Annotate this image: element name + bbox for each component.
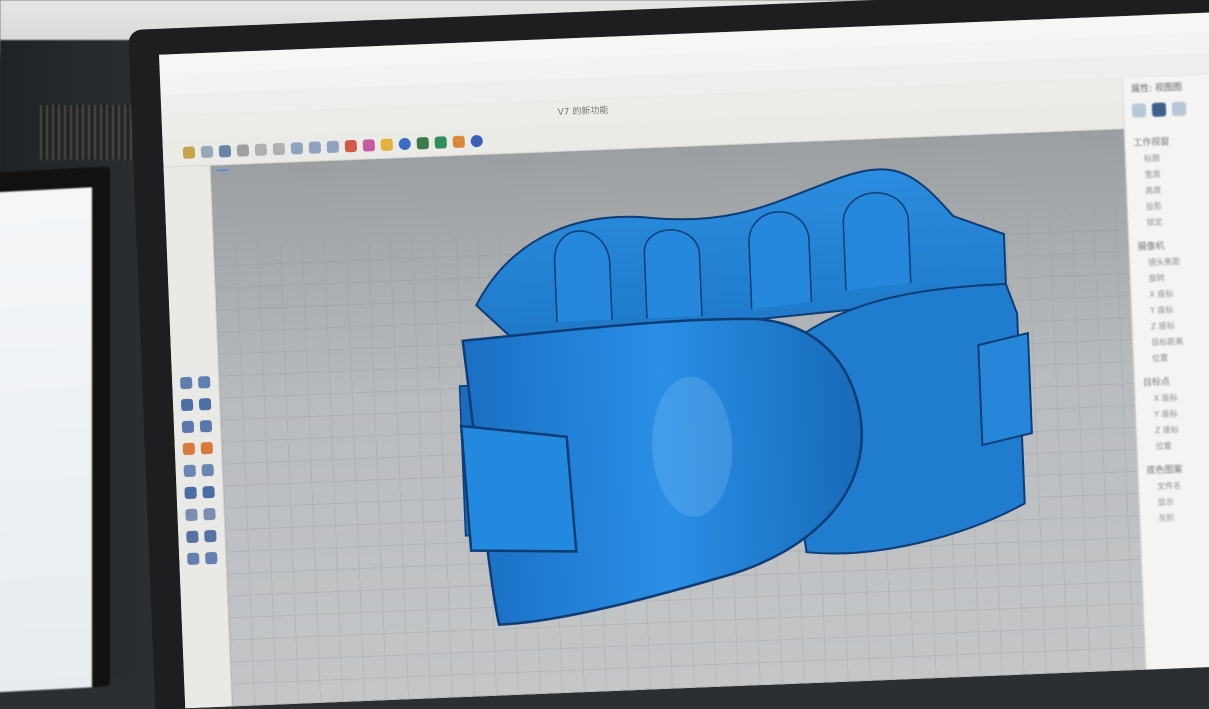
prop-label: 镜头焦距	[1147, 256, 1181, 268]
circle-icon[interactable]	[181, 420, 195, 434]
menu-item[interactable]	[314, 69, 315, 89]
prop-label: Y 座标	[1154, 409, 1178, 420]
array-icon[interactable]	[203, 507, 216, 521]
prop-label: 高度	[1145, 185, 1162, 196]
undo-icon[interactable]	[254, 143, 268, 156]
prop-label: 投影	[1145, 201, 1163, 212]
menu-item[interactable]	[272, 70, 273, 90]
open-icon[interactable]	[200, 145, 214, 159]
arch-cutout	[748, 211, 813, 310]
fillet-icon[interactable]	[204, 529, 217, 543]
line-icon[interactable]	[197, 375, 211, 389]
prop-label: Y 座标	[1149, 305, 1174, 316]
secondary-monitor-screen	[0, 187, 92, 693]
arch-cutout	[643, 229, 703, 319]
prop-label: X 座标	[1153, 393, 1178, 404]
arc-icon[interactable]	[199, 419, 213, 433]
material-icon[interactable]	[362, 139, 376, 152]
prop-label: 文件名	[1156, 481, 1182, 492]
object-properties-icon[interactable]	[1131, 103, 1147, 118]
properties-tabs	[1131, 101, 1187, 118]
mesh-icon[interactable]	[202, 485, 215, 499]
prop-label: 宽度	[1144, 169, 1161, 180]
prop-label: X 座标	[1149, 289, 1174, 300]
perspective-viewport[interactable]	[210, 129, 1147, 707]
surface-icon[interactable]	[183, 464, 196, 478]
shaded-sphere-icon[interactable]	[470, 134, 483, 148]
section-wallpaper: 底色图案	[1146, 465, 1183, 477]
properties-title: 属性: 视图图	[1131, 82, 1183, 95]
prop-label: 旋转	[1148, 273, 1165, 284]
print-icon[interactable]	[236, 144, 250, 157]
tab[interactable]	[521, 102, 522, 126]
tab[interactable]	[467, 104, 468, 128]
right-strap	[977, 331, 1033, 447]
dimension-icon[interactable]	[205, 551, 218, 565]
prop-label: 标题	[1143, 153, 1161, 164]
analyze-icon[interactable]	[187, 552, 200, 566]
light-icon[interactable]	[380, 138, 394, 151]
prop-label: Z 座标	[1154, 425, 1180, 436]
section-camera: 摄像机	[1137, 241, 1165, 253]
prop-label: 位置	[1155, 441, 1172, 452]
boolean-icon[interactable]	[186, 530, 199, 544]
secondary-monitor	[0, 166, 110, 694]
prop-label: 显示	[1157, 497, 1174, 508]
solid-icon[interactable]	[184, 486, 197, 500]
tab-whats-new[interactable]: V7 的新功能	[557, 99, 609, 125]
brace-model[interactable]	[211, 129, 1147, 706]
menu-item[interactable]	[286, 70, 287, 90]
speaker-grill	[40, 105, 135, 160]
tab[interactable]	[503, 103, 504, 127]
rhino-window: V7 的新功能 属性: 视图图 工作视窗 标题 宽度 高度 投影 锁定 摄像机 …	[159, 11, 1209, 709]
section-viewport: 工作视窗	[1133, 137, 1170, 149]
section-target: 目标点	[1142, 377, 1171, 389]
sphere-icon[interactable]	[398, 137, 412, 151]
arch-cutout	[553, 230, 613, 323]
redo-icon[interactable]	[272, 142, 286, 156]
save-icon[interactable]	[218, 144, 232, 158]
curve-icon[interactable]	[198, 397, 212, 411]
tab[interactable]	[539, 102, 540, 126]
prop-label: 位置	[1151, 353, 1169, 364]
menu-item[interactable]	[188, 74, 189, 94]
menu-item[interactable]	[174, 74, 175, 94]
pan-icon[interactable]	[290, 142, 304, 155]
extrude-icon[interactable]	[201, 463, 214, 477]
transform-icon[interactable]	[185, 508, 198, 522]
snap-icon[interactable]	[452, 135, 465, 149]
menu-item[interactable]	[300, 69, 301, 89]
menu-item[interactable]	[258, 71, 259, 91]
tab[interactable]	[485, 104, 486, 128]
front-left-strap	[459, 424, 578, 553]
render-icon[interactable]	[344, 139, 358, 153]
menu-item[interactable]	[216, 73, 217, 93]
prop-label: 锁定	[1146, 217, 1163, 228]
main-monitor: V7 的新功能 属性: 视图图 工作视窗 标题 宽度 高度 投影 锁定 摄像机 …	[128, 0, 1209, 709]
rotate-icon[interactable]	[308, 141, 322, 154]
tab[interactable]	[431, 106, 432, 130]
menu-item[interactable]	[244, 71, 245, 91]
menu-item[interactable]	[342, 67, 343, 87]
menu-item[interactable]	[230, 72, 231, 92]
layer-icon[interactable]	[434, 136, 448, 149]
polyline-icon[interactable]	[180, 398, 194, 412]
menu-item[interactable]	[202, 73, 203, 93]
menu-item[interactable]	[328, 68, 329, 88]
settings-icon[interactable]	[416, 137, 430, 150]
new-icon[interactable]	[182, 146, 196, 159]
polygon-icon[interactable]	[200, 441, 214, 455]
rectangle-icon[interactable]	[182, 442, 196, 456]
arch-cutout	[842, 192, 912, 291]
prop-label: Z 座标	[1150, 321, 1175, 332]
tab[interactable]	[449, 105, 450, 129]
layers-icon[interactable]	[1171, 101, 1187, 117]
zoom-icon[interactable]	[326, 140, 340, 154]
point-icon[interactable]	[179, 376, 193, 390]
camera-icon[interactable]	[1151, 102, 1167, 117]
prop-label: 灰阶	[1158, 513, 1175, 524]
prop-label: 目标距离	[1151, 336, 1184, 348]
